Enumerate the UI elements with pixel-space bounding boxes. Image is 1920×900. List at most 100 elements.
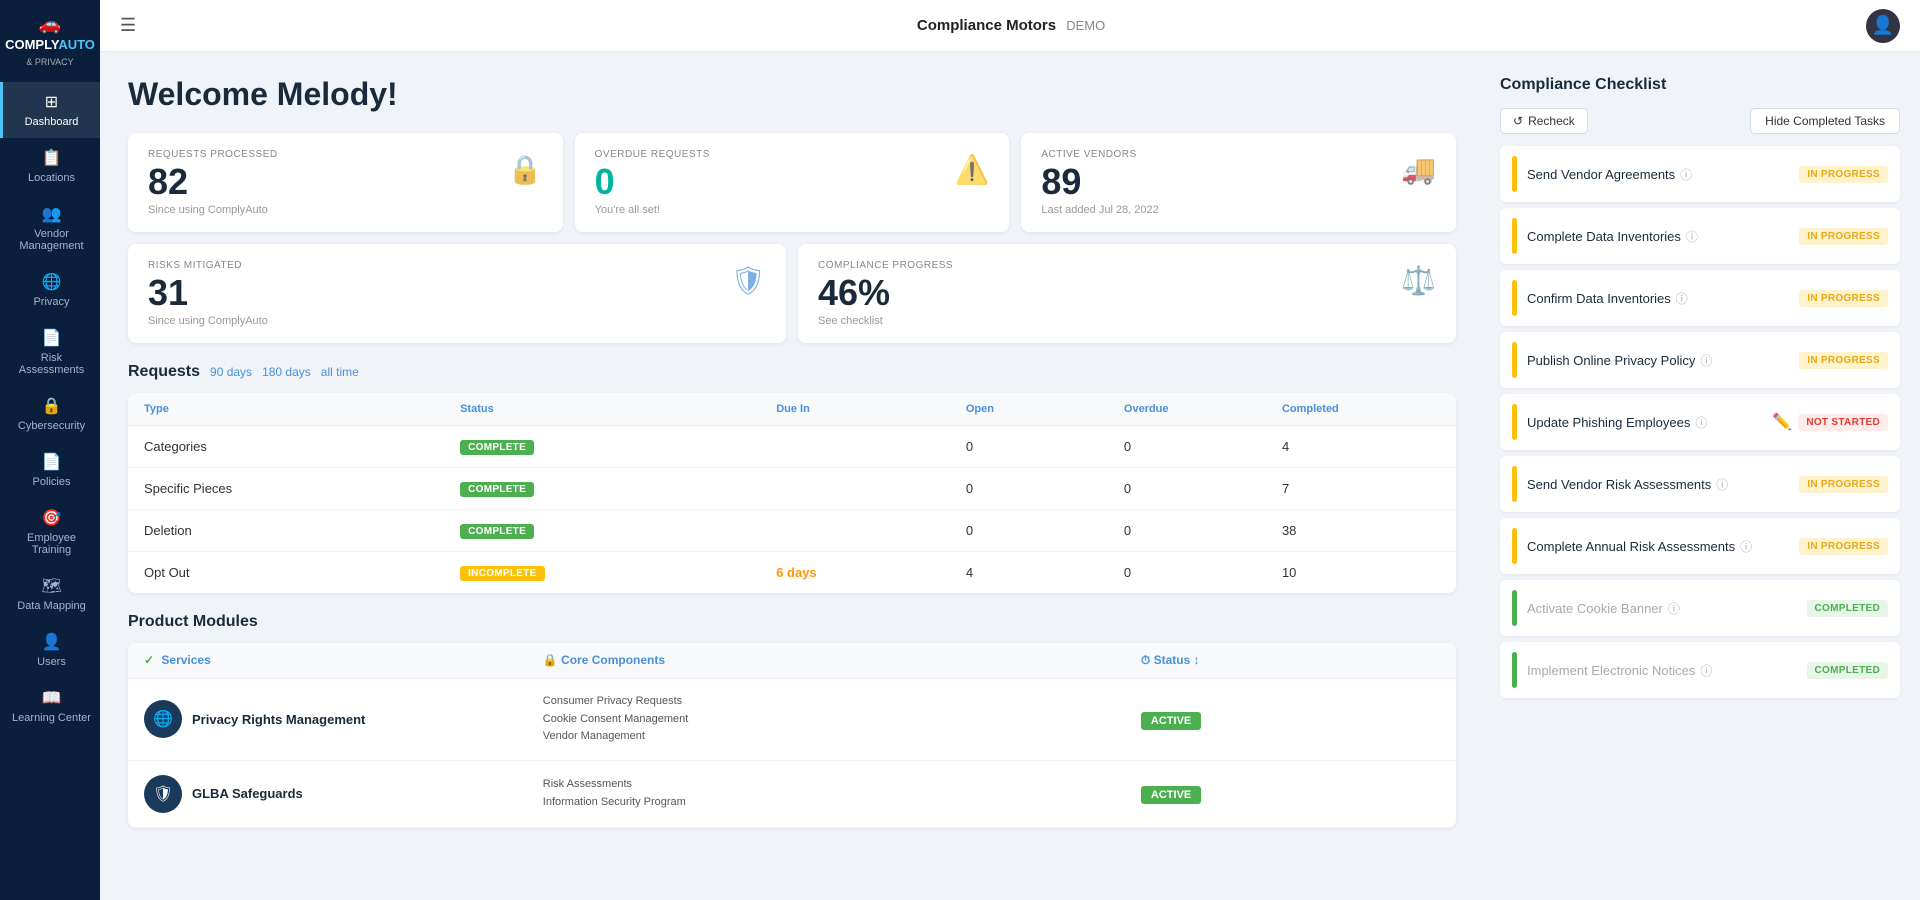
learning-icon: 📖	[42, 688, 62, 708]
module-glba-icon: 🛡	[144, 775, 182, 813]
filter-90-days[interactable]: 90 days	[210, 365, 252, 379]
hide-completed-button[interactable]: Hide Completed Tasks	[1750, 108, 1900, 134]
checklist-item-complete-data: Complete Data Inventories ⓘ IN PROGRESS	[1500, 208, 1900, 264]
mapping-icon: 🗺	[41, 576, 61, 596]
table-row: Deletion COMPLETE 0 0 38	[128, 510, 1456, 552]
checklist-dot	[1512, 280, 1517, 316]
sidebar-item-data-mapping[interactable]: 🗺 Data Mapping	[0, 566, 100, 622]
content-area: Welcome Melody! REQUESTS PROCESSED 82 Si…	[100, 52, 1920, 900]
status-badge: IN PROGRESS	[1799, 166, 1888, 183]
info-icon[interactable]: ⓘ	[1700, 662, 1712, 679]
checklist-dot	[1512, 590, 1517, 626]
info-icon[interactable]: ⓘ	[1668, 600, 1680, 617]
vendor-icon: 👥	[42, 204, 62, 224]
recheck-icon: ↺	[1513, 114, 1523, 128]
checklist-item-annual-risk: Complete Annual Risk Assessments ⓘ IN PR…	[1500, 518, 1900, 574]
status-badge: IN PROGRESS	[1799, 352, 1888, 369]
module-row: 🛡 GLBA Safeguards Risk Assessments Infor…	[128, 761, 1456, 828]
table-row: Specific Pieces COMPLETE 0 0 7	[128, 468, 1456, 510]
info-icon[interactable]: ⓘ	[1680, 166, 1692, 183]
sidebar-item-vendor[interactable]: 👥 Vendor Management	[0, 194, 100, 262]
sidebar-item-learning[interactable]: 📖 Learning Center	[0, 678, 100, 734]
info-icon[interactable]: ⓘ	[1695, 414, 1707, 431]
sidebar-item-dashboard[interactable]: ⊞ Dashboard	[0, 82, 100, 138]
checklist-title: Compliance Checklist	[1500, 76, 1900, 94]
module-prm-icon: 🌐	[144, 700, 182, 738]
table-row: Categories COMPLETE 0 0 4	[128, 426, 1456, 468]
checklist-item-electronic-notices: Implement Electronic Notices ⓘ COMPLETED	[1500, 642, 1900, 698]
status-badge: COMPLETED	[1807, 662, 1888, 679]
modules-table-header: ✓ Services 🔒 Core Components ⏱ Status ↕	[128, 643, 1456, 679]
lock-icon: 🔒	[42, 396, 62, 416]
users-icon: 👤	[42, 632, 62, 652]
stat-overdue: OVERDUE REQUESTS 0 You're all set! ⚠️	[575, 133, 1010, 232]
status-badge: IN PROGRESS	[1799, 476, 1888, 493]
sidebar-item-policies[interactable]: 📄 Policies	[0, 442, 100, 498]
checklist-item-send-vendor: Send Vendor Agreements ⓘ IN PROGRESS	[1500, 146, 1900, 202]
sidebar-item-locations[interactable]: 📋 Locations	[0, 138, 100, 194]
product-modules-title: Product Modules	[128, 613, 1456, 631]
policies-icon: 📄	[42, 452, 62, 472]
sidebar-item-training[interactable]: 🎯 Employee Training	[0, 498, 100, 566]
sidebar-item-cybersecurity[interactable]: 🔒 Cybersecurity	[0, 386, 100, 442]
checklist-dot	[1512, 528, 1517, 564]
info-icon[interactable]: ⓘ	[1676, 290, 1688, 307]
sidebar-toggle[interactable]: ☰	[120, 15, 136, 36]
user-avatar[interactable]: 👤	[1866, 9, 1900, 43]
topbar: ☰ Compliance Motors DEMO 👤	[100, 0, 1920, 52]
logo: 🚗 COMPLYAUTO& PRIVACY	[0, 0, 100, 82]
checklist-dot	[1512, 156, 1517, 192]
welcome-title: Welcome Melody!	[128, 76, 1456, 113]
requests-section-title: Requests 90 days 180 days all time	[128, 363, 1456, 381]
status-badge: IN PROGRESS	[1799, 290, 1888, 307]
sidebar: 🚗 COMPLYAUTO& PRIVACY ⊞ Dashboard 📋 Loca…	[0, 0, 100, 900]
home-icon: ⊞	[45, 92, 58, 112]
status-badge: IN PROGRESS	[1799, 538, 1888, 555]
info-icon[interactable]: ⓘ	[1716, 476, 1728, 493]
lock-stat-icon: 🔒	[508, 153, 543, 186]
checklist-item-vendor-risk: Send Vendor Risk Assessments ⓘ IN PROGRE…	[1500, 456, 1900, 512]
stat-compliance: COMPLIANCE PROGRESS 46% See checklist ⚖️	[798, 244, 1456, 343]
stat-requests-processed: REQUESTS PROCESSED 82 Since using Comply…	[128, 133, 563, 232]
checklist-item-cookie-banner: Activate Cookie Banner ⓘ COMPLETED	[1500, 580, 1900, 636]
balance-stat-icon: ⚖️	[1401, 264, 1436, 297]
right-panel: Compliance Checklist ↺ Recheck Hide Comp…	[1480, 52, 1920, 900]
truck-stat-icon: 🚚	[1401, 153, 1436, 186]
product-modules-section: Product Modules ✓ Services 🔒 Core Compon…	[128, 613, 1456, 828]
privacy-icon: 🌐	[42, 272, 62, 292]
sidebar-item-users[interactable]: 👤 Users	[0, 622, 100, 678]
status-badge: IN PROGRESS	[1799, 228, 1888, 245]
company-title: Compliance Motors DEMO	[156, 17, 1866, 34]
requests-table: Type Status Due In Open Overdue Complete…	[128, 393, 1456, 593]
recheck-button[interactable]: ↺ Recheck	[1500, 108, 1588, 134]
requests-table-header: Type Status Due In Open Overdue Complete…	[128, 393, 1456, 426]
checklist-dot	[1512, 652, 1517, 688]
risk-icon: 📄	[42, 328, 62, 348]
filter-180-days[interactable]: 180 days	[262, 365, 311, 379]
info-icon[interactable]: ⓘ	[1686, 228, 1698, 245]
main-content: ☰ Compliance Motors DEMO 👤 Welcome Melod…	[100, 0, 1920, 900]
status-badge: COMPLETED	[1807, 600, 1888, 617]
status-badge: NOT STARTED	[1798, 414, 1888, 431]
info-icon[interactable]: ⓘ	[1700, 352, 1712, 369]
locations-icon: 📋	[42, 148, 62, 168]
checklist-item-phishing: Update Phishing Employees ⓘ ✏️ NOT START…	[1500, 394, 1900, 450]
info-icon[interactable]: ⓘ	[1740, 538, 1752, 555]
stats-bottom-row: RISKS MITIGATED 31 Since using ComplyAut…	[128, 244, 1456, 343]
checklist-item-privacy-policy: Publish Online Privacy Policy ⓘ IN PROGR…	[1500, 332, 1900, 388]
checklist-toolbar: ↺ Recheck Hide Completed Tasks	[1500, 108, 1900, 134]
warning-stat-icon: ⚠️	[954, 153, 989, 186]
sidebar-item-privacy[interactable]: 🌐 Privacy	[0, 262, 100, 318]
stat-active-vendors: ACTIVE VENDORS 89 Last added Jul 28, 202…	[1021, 133, 1456, 232]
shield-stat-icon: 🛡	[730, 264, 766, 297]
stat-risks: RISKS MITIGATED 31 Since using ComplyAut…	[128, 244, 786, 343]
module-row: 🌐 Privacy Rights Management Consumer Pri…	[128, 679, 1456, 761]
training-icon: 🎯	[42, 508, 62, 528]
filter-all-time[interactable]: all time	[321, 365, 359, 379]
left-panel: Welcome Melody! REQUESTS PROCESSED 82 Si…	[100, 52, 1480, 900]
pencil-icon: ✏️	[1772, 412, 1792, 432]
checklist-dot	[1512, 404, 1517, 440]
checklist-item-confirm-data: Confirm Data Inventories ⓘ IN PROGRESS	[1500, 270, 1900, 326]
sidebar-item-risk[interactable]: 📄 Risk Assessments	[0, 318, 100, 386]
checklist-dot	[1512, 466, 1517, 502]
